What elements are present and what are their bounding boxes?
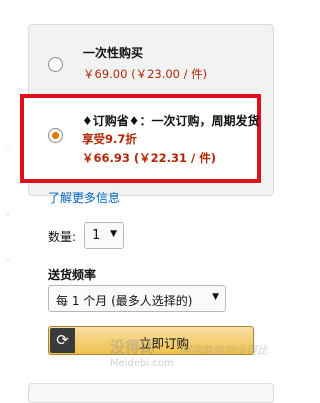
radio-subscribe[interactable] — [48, 128, 63, 143]
option-one-time-title: 一次性购买 — [83, 46, 144, 60]
option-one-time-purchase[interactable]: 一次性购买 ￥69.00 (￥23.00 / 件) — [29, 25, 273, 97]
delivery-frequency-label: 送货频率 — [48, 268, 97, 282]
delivery-frequency-select[interactable]: 每 1 个月 (最多人选择的) ▼ — [48, 285, 226, 312]
option-subscribe-title: ♦订购省♦：一次订购，周期发货 — [82, 114, 260, 128]
option-one-time-price: ￥69.00 (￥23.00 / 件) — [83, 67, 208, 81]
quantity-select[interactable]: 1 ▼ — [84, 222, 124, 249]
next-panel — [28, 383, 274, 403]
radio-one-time[interactable] — [48, 57, 63, 72]
learn-more-link[interactable]: 了解更多信息 — [48, 189, 120, 206]
option-subscribe-discount: 享受9.7折 — [82, 132, 137, 146]
watermark-slogan: 网购能做到没得比 — [180, 344, 268, 357]
chevron-down-icon: ▼ — [110, 229, 117, 239]
watermark-domain: Meidebi.com — [110, 358, 174, 369]
chevron-down-icon: ▼ — [212, 292, 219, 302]
option-subscribe-save[interactable]: ♦订购省♦：一次订购，周期发货 享受9.7折 ￥66.93 (￥22.31 / … — [20, 94, 261, 183]
refresh-icon: ⟳ — [50, 328, 75, 353]
delivery-frequency-value: 每 1 个月 (最多人选择的) — [56, 294, 193, 308]
watermark-brand: 没得比 — [110, 338, 156, 356]
quantity-label: 数量: — [48, 230, 77, 244]
quantity-value: 1 — [92, 228, 101, 243]
option-subscribe-price: ￥66.93 (￥22.31 / 件) — [82, 151, 216, 165]
watermark: 没得比 网购能做到没得比 Meidebi.com — [110, 336, 294, 378]
